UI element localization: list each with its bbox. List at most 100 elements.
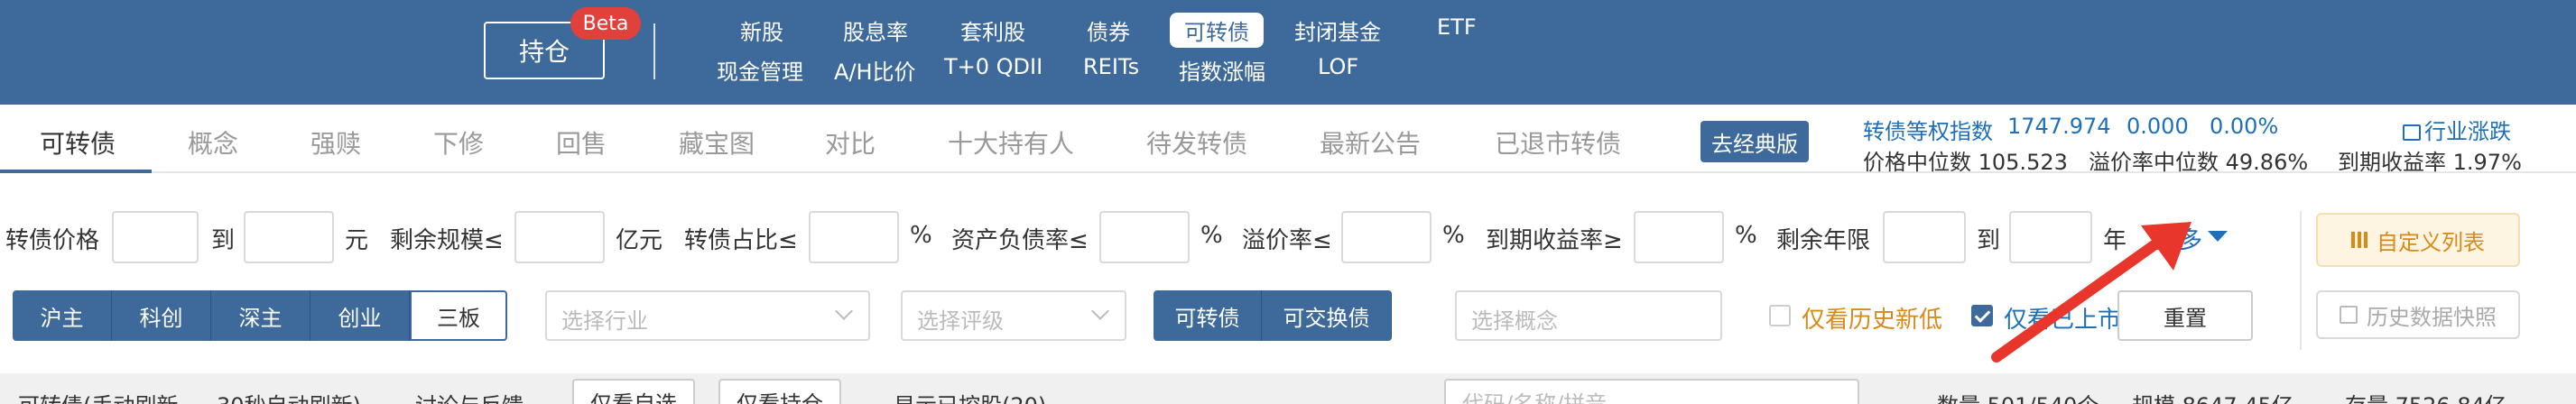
type-exchangeable[interactable]: 可交换债 — [1262, 290, 1392, 341]
auto-refresh-label[interactable]: 30秒自动刷新) — [217, 388, 361, 404]
years-min-input[interactable] — [1883, 211, 1966, 263]
nav-ah[interactable]: A/H比价 — [834, 54, 916, 86]
ytm-input[interactable] — [1634, 211, 1724, 263]
scale-label: 剩余规模≤ — [390, 227, 504, 254]
grid-icon — [2351, 232, 2368, 248]
yiyuan-label: 亿元 — [616, 227, 663, 254]
tab-delisted[interactable]: 已退市转债 — [1495, 124, 1621, 161]
index-change: 0.000 — [2127, 114, 2189, 139]
nav-reits[interactable]: REITs — [1083, 54, 1139, 79]
table-toolbar: 可转债(手动刷新 30秒自动刷新) 讨论与反馈 仅看自选 仅看持仓 显示已控股(… — [0, 373, 2576, 404]
only-holdings-button[interactable]: 仅看持仓 — [718, 379, 841, 404]
nav-lof[interactable]: LOF — [1318, 54, 1358, 79]
debt-pct: % — [1200, 222, 1223, 249]
chevron-down-icon — [1091, 302, 1109, 320]
tab-redeem[interactable]: 强赎 — [310, 124, 361, 161]
market-toggle-group: 沪主 科创 深主 创业 三板 — [13, 290, 507, 341]
nav-dividend[interactable]: 股息率 — [843, 14, 908, 46]
tab-pending[interactable]: 待发转债 — [1146, 124, 1247, 161]
tab-announcements[interactable]: 最新公告 — [1320, 124, 1421, 161]
median-premium: 溢价率中位数 49.86% — [2089, 150, 2309, 175]
nav-divider — [653, 23, 655, 79]
nav-qdii[interactable]: T+0 QDII — [944, 54, 1042, 79]
show-controlled-label[interactable]: 显示已控股(20) — [894, 388, 1046, 404]
industry-select[interactable]: 选择行业 — [545, 290, 870, 341]
beta-badge: Beta — [570, 7, 641, 40]
index-value: 1747.974 — [2007, 114, 2111, 139]
market-star[interactable]: 科创 — [112, 290, 211, 341]
tab-putback[interactable]: 回售 — [556, 124, 607, 161]
top-nav-bar: 持仓 Beta 新股 股息率 套利股 债券 可转债 封闭基金 ETF 现金管理 … — [0, 0, 2576, 105]
ytm-median: 到期收益率 1.97% — [2338, 150, 2522, 175]
ratio-label: 转债占比≤ — [684, 227, 798, 254]
tab-revise-down[interactable]: 下修 — [433, 124, 484, 161]
premium-label: 溢价率≤ — [1242, 227, 1332, 254]
stock-total-label: 存量 7526.84亿 — [2345, 388, 2507, 404]
panel-divider — [2300, 211, 2302, 350]
industry-change-link[interactable]: 行业涨跌 — [2403, 114, 2511, 145]
search-input[interactable]: 代码/名称/拼音 — [1444, 379, 1859, 404]
rating-placeholder: 选择评级 — [917, 308, 1004, 334]
market-neeq[interactable]: 三板 — [410, 290, 507, 341]
custom-list-button[interactable]: 自定义列表 — [2316, 213, 2520, 267]
classic-version-button[interactable]: 去经典版 — [1700, 121, 1809, 162]
annotation-arrow-icon — [1991, 222, 2191, 363]
history-snapshot-button[interactable]: 历史数据快照 — [2316, 290, 2520, 339]
price-label: 转债价格 — [5, 227, 100, 254]
index-pct: 0.00% — [2210, 114, 2279, 139]
active-tab-underline — [0, 170, 152, 173]
price-min-input[interactable] — [112, 211, 199, 263]
only-watchlist-button[interactable]: 仅看自选 — [572, 379, 695, 404]
calendar-icon — [2340, 306, 2358, 324]
nav-cash[interactable]: 现金管理 — [717, 54, 803, 86]
market-gem[interactable]: 创业 — [310, 290, 410, 341]
caret-down-icon[interactable] — [2208, 231, 2228, 242]
premium-input[interactable] — [1341, 211, 1432, 263]
market-sz-main[interactable]: 深主 — [211, 290, 310, 341]
premium-pct: % — [1442, 222, 1465, 249]
tab-convertible[interactable]: 可转债 — [40, 124, 116, 161]
custom-list-label: 自定义列表 — [2377, 229, 2485, 255]
chart-icon — [2403, 124, 2421, 141]
market-sh-main[interactable]: 沪主 — [13, 290, 112, 341]
rating-select[interactable]: 选择评级 — [901, 290, 1126, 341]
nav-etf[interactable]: ETF — [1437, 14, 1477, 40]
history-snapshot-label: 历史数据快照 — [2367, 304, 2497, 330]
ytm-label: 到期收益率≥ — [1486, 227, 1623, 254]
only-new-low-checkbox[interactable] — [1769, 305, 1791, 326]
nav-index-change[interactable]: 指数涨幅 — [1179, 54, 1265, 86]
nav-closed-fund[interactable]: 封闭基金 — [1294, 14, 1381, 46]
to-label: 到 — [211, 227, 236, 254]
only-new-low-label[interactable]: 仅看历史新低 — [1802, 301, 1942, 335]
nav-bonds[interactable]: 债券 — [1087, 14, 1130, 46]
ratio-pct: % — [910, 222, 932, 249]
scale-total-label: 规模 8647.45亿 — [2132, 388, 2293, 404]
concept-placeholder: 选择概念 — [1471, 308, 1558, 334]
price-max-input[interactable] — [244, 211, 334, 263]
years-label: 剩余年限 — [1776, 227, 1871, 254]
nav-convertible[interactable]: 可转债 — [1170, 13, 1264, 48]
bond-type-group: 可转债 可交换债 — [1154, 290, 1392, 341]
debt-input[interactable] — [1099, 211, 1190, 263]
median-price: 价格中位数 105.523 — [1863, 150, 2068, 175]
ratio-input[interactable] — [809, 211, 899, 263]
nav-new-stock[interactable]: 新股 — [740, 14, 783, 46]
manual-refresh-label[interactable]: 可转债(手动刷新 — [18, 388, 178, 404]
tab-top-holders[interactable]: 十大持有人 — [948, 124, 1074, 161]
index-name-link[interactable]: 转债等权指数 — [1863, 114, 1993, 145]
chevron-down-icon — [835, 302, 853, 320]
industry-placeholder: 选择行业 — [561, 308, 648, 334]
feedback-link[interactable]: 讨论与反馈 — [415, 388, 524, 404]
tab-concept[interactable]: 概念 — [188, 124, 238, 161]
nav-arbitrage[interactable]: 套利股 — [960, 14, 1025, 46]
tab-compare[interactable]: 对比 — [825, 124, 876, 161]
type-convertible[interactable]: 可转债 — [1154, 290, 1262, 341]
scale-input[interactable] — [514, 211, 605, 263]
sub-tabs: 可转债 概念 强赎 下修 回售 藏宝图 对比 十大持有人 待发转债 最新公告 已… — [0, 112, 2576, 175]
count-label: 数量 501/540个 — [1937, 388, 2099, 404]
concept-select[interactable]: 选择概念 — [1455, 290, 1722, 341]
debt-label: 资产负债率≤ — [951, 227, 1089, 254]
ytm-pct: % — [1735, 222, 1757, 249]
industry-change-label: 行业涨跌 — [2424, 119, 2511, 144]
tab-treasure-map[interactable]: 藏宝图 — [679, 124, 755, 161]
